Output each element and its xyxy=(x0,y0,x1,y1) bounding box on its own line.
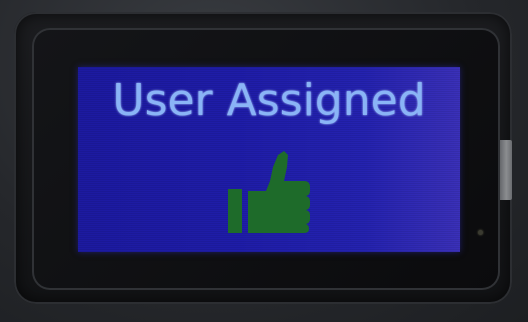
side-connector xyxy=(498,140,512,200)
lcd-screen: User Assigned xyxy=(78,67,460,252)
device-photo: User Assigned xyxy=(0,0,528,322)
thumbs-up-icon xyxy=(228,151,310,233)
status-message: User Assigned xyxy=(112,75,426,126)
status-led xyxy=(478,230,483,235)
